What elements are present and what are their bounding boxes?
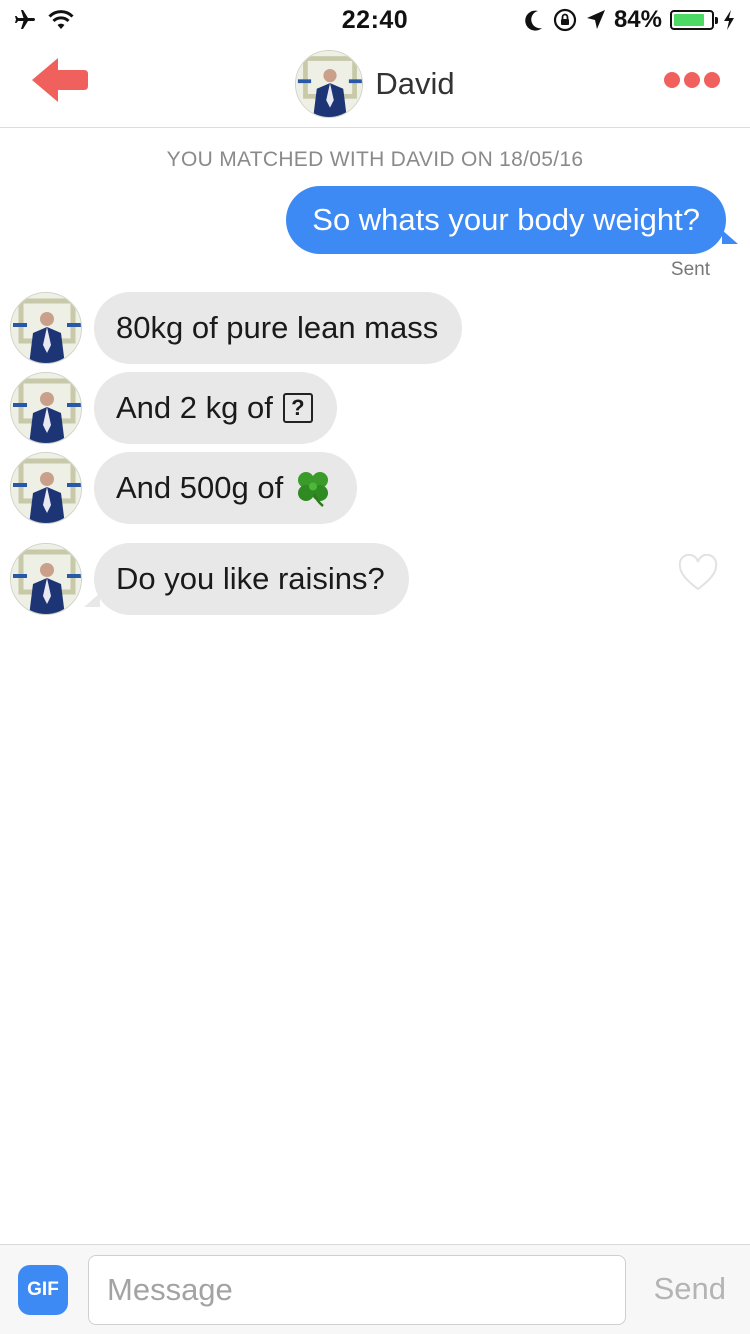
message-input[interactable]: [88, 1255, 626, 1325]
status-right: 84%: [524, 6, 736, 34]
message-text: 80kg of pure lean mass: [116, 310, 439, 345]
message-text: And 500g of: [116, 470, 284, 505]
avatar[interactable]: [10, 292, 82, 364]
unknown-character-icon: ?: [282, 393, 313, 423]
message-text: So whats your body weight?: [312, 202, 700, 237]
avatar[interactable]: [10, 452, 82, 524]
incoming-message[interactable]: 80kg of pure lean mass: [94, 292, 463, 364]
avatar-photo: [11, 293, 81, 363]
incoming-message-row: And 500g of: [10, 452, 358, 524]
avatar[interactable]: [10, 372, 82, 444]
more-dots-icon: [704, 72, 720, 88]
incoming-message-row: Do you like raisins?: [10, 543, 409, 615]
avatar-photo: [11, 453, 81, 523]
more-dots-icon: [664, 72, 680, 88]
sent-status: Sent: [670, 259, 710, 280]
battery-percent: 84%: [613, 6, 662, 33]
incoming-message-row: 80kg of pure lean mass: [10, 292, 463, 364]
battery-icon: [670, 10, 718, 30]
incoming-message[interactable]: Do you like raisins?: [84, 543, 409, 615]
avatar[interactable]: [10, 543, 82, 615]
outgoing-message[interactable]: So whats your body weight?: [286, 186, 738, 254]
message-composer: GIF Send: [0, 1244, 750, 1334]
location-icon: [586, 10, 605, 29]
gif-button[interactable]: GIF: [18, 1265, 68, 1315]
avatar-photo: [296, 51, 363, 117]
avatar-photo: [11, 544, 81, 614]
heart-icon: [678, 553, 718, 591]
like-message-button[interactable]: [678, 553, 718, 592]
avatar-photo: [11, 373, 81, 443]
more-options-button[interactable]: [664, 72, 720, 88]
header-profile[interactable]: David: [0, 50, 750, 118]
message-text: And 2 kg of: [116, 390, 273, 425]
match-date-note: YOU MATCHED WITH DAVID ON 18/05/16: [166, 148, 584, 171]
contact-name: David: [375, 66, 455, 101]
moon-icon: [525, 10, 542, 31]
incoming-message[interactable]: And 2 kg of ?: [94, 372, 337, 444]
four-leaf-clover-icon: [298, 472, 329, 507]
chat-header: David: [0, 40, 750, 128]
avatar[interactable]: [295, 50, 364, 118]
rotation-lock-icon: [553, 8, 577, 32]
battery-fill: [674, 14, 705, 26]
more-dots-icon: [684, 72, 700, 88]
message-text: Do you like raisins?: [116, 561, 385, 596]
send-button[interactable]: Send: [654, 1271, 726, 1307]
charging-icon: [724, 10, 734, 30]
incoming-message[interactable]: And 500g of: [94, 452, 358, 524]
incoming-message-row: And 2 kg of ?: [10, 372, 337, 444]
status-bar: 22:40 84%: [0, 0, 750, 40]
